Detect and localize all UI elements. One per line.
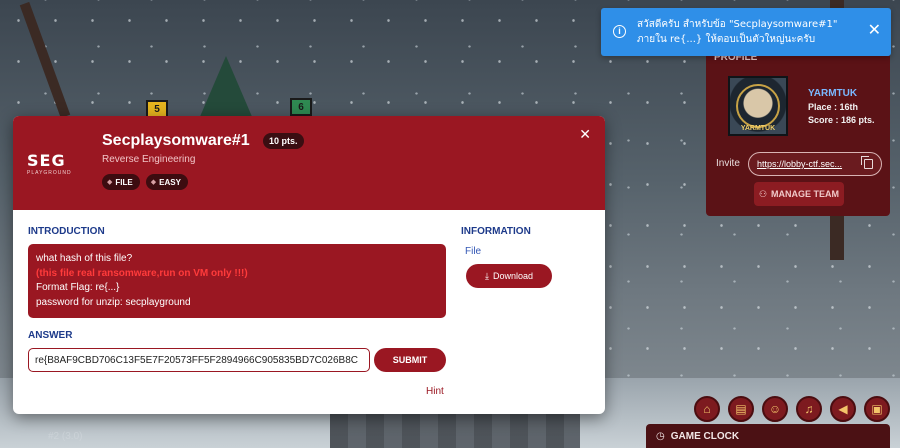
challenge-title: Secplaysomware#1: [102, 132, 250, 149]
seg-logo: SEG PLAYGROUND: [27, 151, 87, 177]
tag-easy: ◆ EASY: [145, 174, 188, 190]
image-icon[interactable]: ▣: [864, 396, 890, 422]
document-icon[interactable]: ▤: [728, 396, 754, 422]
team-icon: ⚇: [758, 188, 768, 199]
challenge-category: Reverse Engineering: [102, 154, 196, 165]
avatar-caption: YARMTUK: [740, 125, 776, 132]
home-icon[interactable]: ⌂: [694, 396, 720, 422]
submit-button[interactable]: SUBMIT: [374, 348, 446, 372]
notification-toast: i สวัสดีครับ สำหรับข้อ "Secplaysomware#1…: [601, 8, 891, 56]
intro-line: Format Flag: re{...}: [36, 282, 120, 293]
invite-label: Invite: [716, 158, 740, 169]
avatar: YARMTUK: [728, 76, 788, 136]
board-position-label: #2 (3.0): [48, 431, 83, 442]
manage-team-button[interactable]: ⚇ MANAGE TEAM: [754, 182, 844, 206]
intro-line: what hash of this file?: [36, 253, 133, 264]
board-marker-6: 6: [290, 98, 312, 116]
tag-icon: ◆: [150, 179, 157, 186]
clock-icon: ◷: [656, 430, 665, 442]
game-clock-panel[interactable]: ◷ GAME CLOCK: [646, 424, 890, 448]
intro-line: password for unzip: secplayground: [36, 296, 191, 308]
information-heading: INFORMATION: [461, 226, 531, 237]
intro-warning-line: (this file real ransomware,run on VM onl…: [36, 267, 248, 279]
file-label: File: [465, 246, 482, 257]
toast-message: สวัสดีครับ สำหรับข้อ "Secplaysomware#1" …: [637, 19, 838, 45]
manage-team-label: MANAGE TEAM: [771, 189, 840, 199]
modal-header: SEG PLAYGROUND Secplaysomware#1 10 pts. …: [13, 116, 605, 210]
points-badge: 10 pts.: [263, 133, 304, 149]
challenge-modal: SEG PLAYGROUND Secplaysomware#1 10 pts. …: [13, 116, 605, 414]
tag-label: EASY: [159, 177, 181, 187]
tag-label: FILE: [115, 177, 133, 187]
bottom-dock: ⌂ ▤ ☺ ♫ ◀ ▣: [694, 396, 890, 422]
avatar-ring: [736, 84, 780, 128]
team-score: Score : 186 pts.: [808, 115, 875, 125]
music-icon[interactable]: ♫: [796, 396, 822, 422]
info-icon: i: [613, 25, 626, 38]
tag-icon: ◆: [107, 179, 113, 186]
download-icon: ⤓: [484, 270, 489, 281]
invite-link-field[interactable]: https://lobby-ctf.sec...: [748, 152, 882, 176]
hex-board: [330, 408, 580, 448]
hint-link[interactable]: Hint: [426, 386, 444, 397]
team-place: Place : 16th: [808, 102, 859, 112]
invite-url[interactable]: https://lobby-ctf.sec...: [757, 159, 857, 169]
volume-icon[interactable]: ◀: [830, 396, 856, 422]
modal-close-icon[interactable]: ✕: [579, 126, 591, 143]
download-button[interactable]: ⤓ Download: [466, 264, 552, 288]
introduction-heading: INTRODUCTION: [28, 226, 105, 237]
download-label: Download: [492, 271, 533, 281]
tag-list: ◆ FILE ◆ EASY: [102, 174, 188, 190]
tag-file: ◆ FILE: [102, 174, 140, 190]
copy-icon[interactable]: [861, 156, 873, 169]
answer-input[interactable]: [28, 348, 370, 372]
user-icon[interactable]: ☺: [762, 396, 788, 422]
profile-panel: PROFILE YARMTUK YARMTUK Place : 16th Sco…: [706, 48, 890, 216]
answer-heading: ANSWER: [28, 330, 73, 341]
game-clock-label: GAME CLOCK: [670, 430, 740, 442]
logo-text: SEG: [27, 151, 66, 170]
introduction-box: what hash of this file? (this file real …: [28, 244, 446, 318]
team-name[interactable]: YARMTUK: [808, 88, 857, 99]
logo-subtext: PLAYGROUND: [27, 170, 72, 176]
toast-close-icon[interactable]: ✕: [868, 22, 881, 40]
